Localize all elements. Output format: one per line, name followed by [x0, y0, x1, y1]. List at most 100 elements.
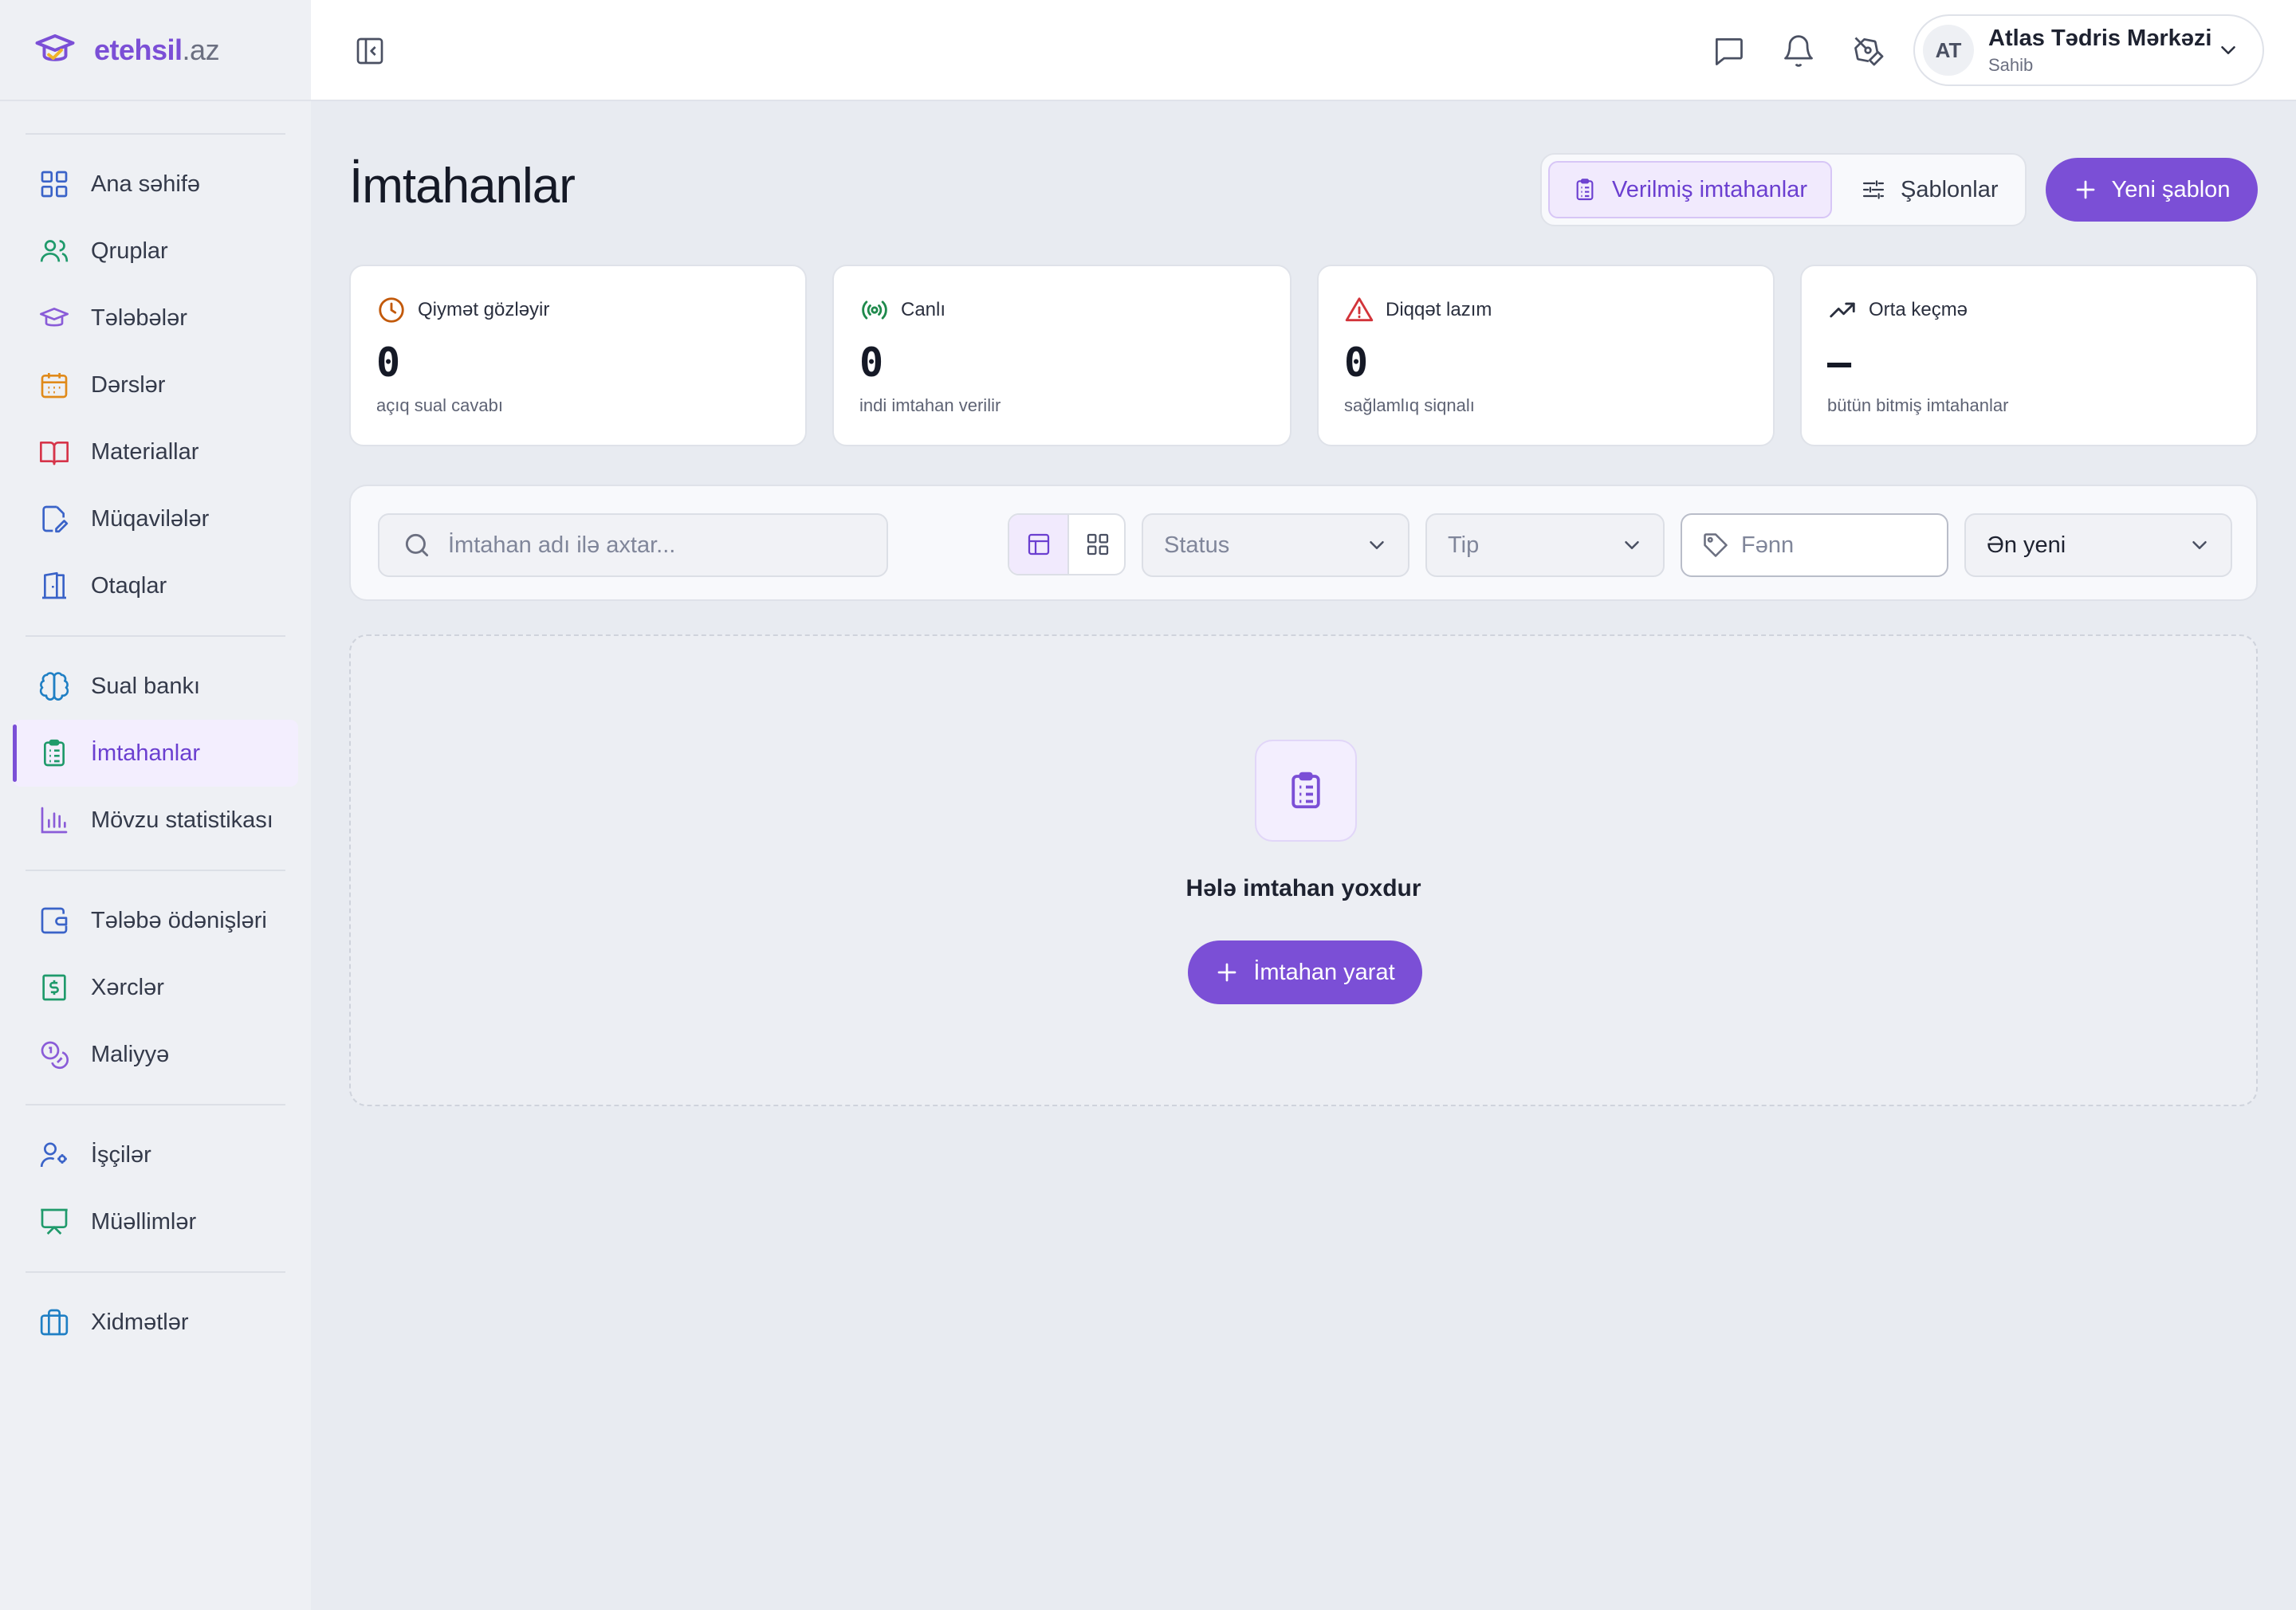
table-icon	[1028, 533, 1049, 556]
clipboard-list-icon	[44, 739, 65, 767]
account-info: Atlas Tədris Mərkəzi Sahib	[1988, 26, 2216, 76]
sidebar-item-label: Tələbələr	[91, 304, 187, 331]
grid-icon	[41, 171, 68, 198]
subject-field[interactable]: Fənn	[1681, 513, 1948, 577]
wallet-icon	[41, 907, 68, 934]
briefcase-icon	[40, 1309, 69, 1336]
sidebar-item-teachers[interactable]: Müəllimlər	[13, 1188, 298, 1255]
bell-icon[interactable]	[1781, 33, 1816, 69]
stat-value: 0	[1344, 340, 1369, 386]
type-select[interactable]: Tip	[1425, 513, 1665, 577]
sidebar-item-label: Qruplar	[91, 238, 168, 264]
trending-up-icon	[1830, 302, 1855, 318]
sidebar-item-label: İşçilər	[91, 1141, 151, 1168]
status-select[interactable]: Status	[1142, 513, 1409, 577]
stat-subtitle: indi imtahan verilir	[859, 395, 1001, 415]
chevron-down-icon	[2221, 46, 2235, 54]
sidebar-item-label: Materiallar	[91, 438, 199, 465]
create-exam-button[interactable]: İmtahan yarat	[1188, 940, 1422, 1004]
empty-state-title: Hələ imtahan yoxdur	[1185, 875, 1421, 901]
exam-view-switch: Verilmiş imtahanlar Şablonlar	[1540, 153, 2027, 226]
sidebar-item-rooms[interactable]: Otaqlar	[13, 552, 298, 619]
sort-select-label: Ən yeni	[1987, 532, 2066, 558]
door-icon	[42, 571, 66, 599]
sidebar: etehsil.az Ana səhifə Qruplar Tələbələr …	[0, 0, 311, 1610]
sidebar-toggle-icon[interactable]	[354, 35, 386, 67]
sidebar-item-label: Sual bankı	[91, 673, 201, 699]
sidebar-item-employees[interactable]: İşçilər	[13, 1121, 298, 1188]
empty-state-icon	[1255, 740, 1357, 842]
sidebar-item-expenses[interactable]: Xərclər	[13, 954, 298, 1021]
new-template-button[interactable]: Yeni şablon	[2046, 158, 2258, 222]
file-edit-icon	[42, 505, 69, 533]
sidebar-item-label: Xidmətlər	[91, 1309, 189, 1335]
filter-bar: Status Tip Fənn Ən yeni	[349, 485, 2258, 601]
bar-chart-icon	[41, 807, 68, 834]
tab-templates[interactable]: Şablonlar	[1838, 161, 2020, 218]
user-cog-icon	[40, 1142, 67, 1168]
tab-issued-exams[interactable]: Verilmiş imtahanlar	[1548, 161, 1832, 218]
sidebar-item-label: Tələbə ödənişləri	[91, 907, 267, 933]
clipboard-list-icon	[1576, 179, 1594, 201]
stat-card-average-pass: Orta keçmə — bütün bitmiş imtahanlar	[1800, 265, 2258, 446]
plus-icon	[2076, 180, 2094, 199]
stat-value: 0	[859, 340, 884, 386]
sidebar-item-materials[interactable]: Materiallar	[13, 418, 298, 485]
chevron-down-icon	[2192, 541, 2207, 549]
nav-group-staff: İşçilər Müəllimlər	[0, 1105, 311, 1271]
new-template-label: Yeni şablon	[2111, 176, 2231, 202]
graduation-cap-icon	[40, 308, 69, 327]
stat-card-live: Canlı 0 indi imtahan verilir	[832, 265, 1292, 446]
sidebar-item-student-payments[interactable]: Tələbə ödənişləri	[13, 887, 298, 954]
stat-value: 0	[376, 340, 401, 386]
brand-name: etehsil	[94, 33, 183, 66]
sidebar-item-label: Ana səhifə	[91, 171, 201, 197]
sidebar-item-students[interactable]: Tələbələr	[13, 285, 298, 351]
radio-live-icon	[862, 300, 887, 320]
account-menu[interactable]: AT Atlas Tədris Mərkəzi Sahib	[1913, 14, 2264, 86]
warning-icon	[1345, 297, 1374, 322]
search-input[interactable]	[448, 532, 887, 559]
nav-group-finance: Tələbə ödənişləri Xərclər Maliyyə	[0, 871, 311, 1104]
logo[interactable]: etehsil.az	[0, 0, 311, 101]
sort-select[interactable]: Ən yeni	[1964, 513, 2232, 577]
brand-tld: .az	[182, 33, 220, 66]
sidebar-item-lessons[interactable]: Dərslər	[13, 351, 298, 418]
sidebar-item-question-bank[interactable]: Sual bankı	[13, 653, 298, 720]
sidebar-item-services[interactable]: Xidmətlər	[13, 1289, 298, 1356]
search-box[interactable]	[378, 513, 888, 577]
sidebar-item-label: Müqavilələr	[91, 505, 210, 532]
empty-state: Hələ imtahan yoxdur İmtahan yarat	[349, 634, 2258, 1106]
nav-group-exams: Sual bankı İmtahanlar Mövzu statistikası	[0, 637, 311, 870]
stat-subtitle: sağlamlıq siqnalı	[1344, 395, 1475, 415]
sidebar-item-label: Müəllimlər	[91, 1208, 197, 1235]
sidebar-item-finance[interactable]: Maliyyə	[13, 1021, 298, 1088]
pen-tool-icon[interactable]	[1851, 33, 1886, 69]
create-exam-label: İmtahan yarat	[1253, 959, 1395, 985]
stat-card-attention-needed: Diqqət lazım 0 sağlamlıq siqnalı	[1317, 265, 1775, 446]
tab-issued-exams-label: Verilmiş imtahanlar	[1612, 176, 1807, 202]
plus-icon	[1217, 963, 1236, 982]
grid-view-button[interactable]	[1067, 515, 1124, 574]
sidebar-item-label: Mövzu statistikası	[91, 807, 273, 833]
tag-icon	[1704, 533, 1728, 557]
users-icon	[40, 240, 69, 262]
table-view-button[interactable]	[1009, 515, 1067, 574]
sidebar-item-home[interactable]: Ana səhifə	[13, 151, 298, 218]
chevron-down-icon	[1625, 541, 1639, 549]
sidebar-item-groups[interactable]: Qruplar	[13, 218, 298, 285]
chevron-down-icon	[1370, 541, 1384, 549]
stat-subtitle: bütün bitmiş imtahanlar	[1827, 395, 2009, 415]
messages-icon[interactable]	[1711, 33, 1746, 69]
account-role: Sahib	[1988, 54, 2034, 75]
sidebar-item-exams[interactable]: İmtahanlar	[13, 720, 298, 787]
sidebar-item-label: Dərslər	[91, 371, 166, 398]
avatar: AT	[1923, 25, 1974, 76]
clock-icon	[379, 297, 404, 323]
presentation-icon	[41, 1208, 68, 1235]
view-toggle	[1008, 513, 1126, 575]
sidebar-item-topic-stats[interactable]: Mövzu statistikası	[13, 787, 298, 854]
sidebar-item-label: Otaqlar	[91, 572, 167, 599]
receipt-dollar-icon	[42, 974, 66, 1001]
sidebar-item-contracts[interactable]: Müqavilələr	[13, 485, 298, 552]
